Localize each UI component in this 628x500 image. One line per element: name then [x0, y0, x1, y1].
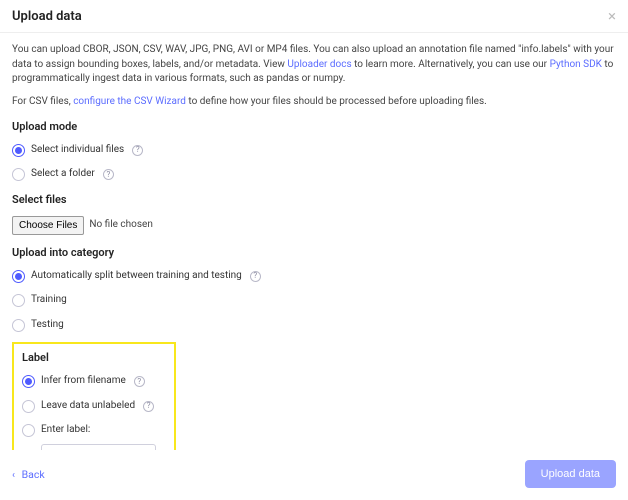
radio-label-folder[interactable]: Select a folder — [31, 167, 95, 182]
python-sdk-link[interactable]: Python SDK — [550, 59, 602, 70]
upload-data-button[interactable]: Upload data — [525, 460, 616, 488]
radio-select-individual[interactable] — [12, 144, 25, 157]
modal-title: Upload data — [12, 9, 82, 24]
intro-text-1b: to learn more. Alternatively, you can us… — [354, 59, 549, 70]
intro-text-2a: For CSV files, — [12, 96, 73, 107]
radio-select-folder[interactable] — [12, 168, 25, 181]
radio-enter-label[interactable] — [22, 424, 35, 437]
csv-wizard-link[interactable]: configure the CSV Wizard — [73, 96, 186, 107]
category-heading: Upload into category — [12, 245, 616, 261]
help-icon[interactable]: ? — [250, 271, 261, 282]
intro-paragraph-2: For CSV files, configure the CSV Wizard … — [12, 95, 616, 110]
label-section-highlight: Label Infer from filename ? Leave data u… — [12, 342, 176, 450]
choose-files-button[interactable]: Choose Files — [12, 216, 84, 235]
label-heading: Label — [22, 350, 166, 366]
radio-label-testing[interactable]: Testing — [31, 318, 64, 333]
radio-label-auto[interactable]: Automatically split between training and… — [31, 269, 242, 284]
help-icon[interactable]: ? — [132, 145, 143, 156]
radio-auto-split[interactable] — [12, 270, 25, 283]
radio-training[interactable] — [12, 294, 25, 307]
radio-label-infer[interactable]: Infer from filename — [41, 374, 126, 389]
upload-mode-heading: Upload mode — [12, 119, 616, 135]
radio-infer-filename[interactable] — [22, 375, 35, 388]
radio-testing[interactable] — [12, 319, 25, 332]
radio-label-training[interactable]: Training — [31, 293, 67, 308]
radio-unlabeled[interactable] — [22, 400, 35, 413]
close-icon[interactable]: × — [608, 9, 616, 24]
intro-text-2b: to define how your files should be proce… — [188, 96, 486, 107]
radio-label-enter[interactable]: Enter label: — [41, 423, 90, 438]
back-link[interactable]: ‹ Back — [12, 468, 45, 481]
help-icon[interactable]: ? — [103, 169, 114, 180]
radio-label-individual[interactable]: Select individual files — [31, 143, 124, 158]
file-chosen-status: No file chosen — [89, 218, 153, 233]
intro-paragraph-1: You can upload CBOR, JSON, CSV, WAV, JPG… — [12, 43, 616, 87]
modal-body: You can upload CBOR, JSON, CSV, WAV, JPG… — [0, 33, 628, 450]
back-label: Back — [22, 468, 45, 481]
radio-label-unlabeled[interactable]: Leave data unlabeled — [41, 399, 135, 414]
help-icon[interactable]: ? — [134, 376, 145, 387]
select-files-heading: Select files — [12, 192, 616, 208]
help-icon[interactable]: ? — [143, 401, 154, 412]
chevron-left-icon: ‹ — [12, 470, 15, 481]
uploader-docs-link[interactable]: Uploader docs — [287, 59, 351, 70]
